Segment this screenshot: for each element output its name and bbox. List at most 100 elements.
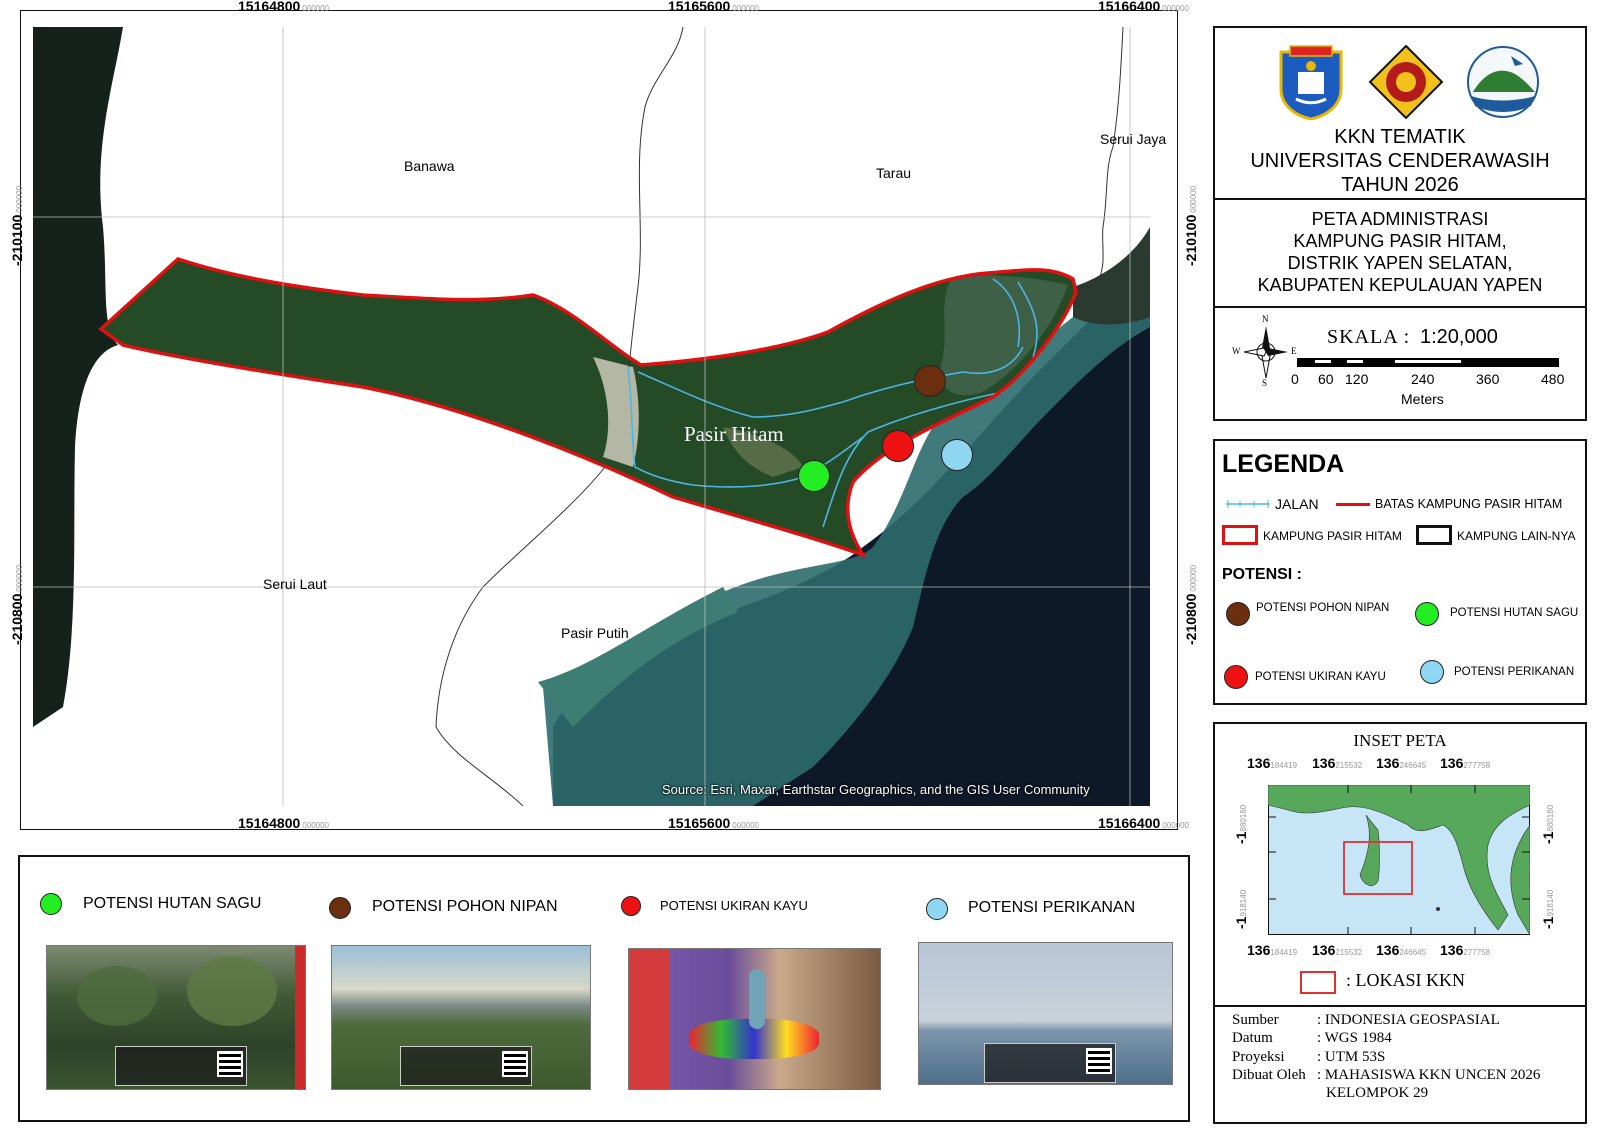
inset-left-tick-2: -1918140 [1233, 889, 1249, 929]
map-title-line3: DISTRIK YAPEN SELATAN, [1287, 253, 1513, 273]
compass-w: W [1232, 346, 1241, 356]
legend-kampung-lain-symbol [1416, 525, 1452, 545]
legend-title: LEGENDA [1222, 450, 1345, 478]
photo-dot-pohon-nipan [329, 897, 351, 919]
photo-label-hutan-sagu: POTENSI HUTAN SAGU [83, 895, 262, 912]
compass-e: E [1291, 346, 1297, 356]
top-coord-1: 15164800 000000 [238, 0, 329, 14]
legend-pohon-nipan: POTENSI POHON NIPAN [1256, 602, 1390, 614]
legend-potensi-title: POTENSI : [1222, 566, 1303, 583]
map-source: Source: Esri, Maxar, Earthstar Geographi… [662, 782, 1090, 797]
scale-tick-360: 360 [1476, 371, 1500, 387]
compass-n: N [1262, 314, 1269, 324]
label-serui-jaya: Serui Jaya [1100, 131, 1167, 147]
main-map [33, 27, 1150, 806]
kabupaten-yapen-emblem [1279, 45, 1343, 120]
legend-dot-perikanan [1420, 660, 1444, 684]
top-coord-2: 15165600 000000 [668, 0, 759, 14]
info-val-proyeksi: : UTM 53S [1317, 1049, 1386, 1065]
legend-jalan-symbol [1226, 500, 1270, 508]
label-tarau: Tarau [876, 165, 912, 181]
bottom-coord-2: 15165600 000000 [668, 815, 759, 831]
scale-ratio: 1:20,000 [1420, 326, 1498, 348]
photo-dot-hutan-sagu [40, 893, 62, 915]
right-coord-2: -210800000000 [1183, 564, 1199, 645]
title-line2: UNIVERSITAS CENDERAWASIH [1250, 150, 1550, 172]
info-val-kelompok: KELOMPOK 29 [1326, 1085, 1429, 1101]
title-divider-1 [1213, 198, 1587, 200]
title-line3: TAHUN 2026 [1341, 174, 1459, 196]
legend-kampung-symbol [1222, 525, 1258, 545]
label-banawa: Banawa [404, 158, 455, 174]
left-coord-2: -210800000000 [9, 564, 25, 645]
inset-left-tick-1: -1880180 [1233, 804, 1249, 844]
photo-dot-perikanan [926, 898, 948, 920]
scale-tick-240: 240 [1411, 371, 1435, 387]
inset-title: INSET PETA [1353, 731, 1447, 750]
compass-s: S [1262, 378, 1268, 388]
photo-pohon-nipan [331, 945, 591, 1090]
left-coord-1: -210100000000 [9, 185, 25, 266]
legend-kampung: KAMPUNG PASIR HITAM [1263, 529, 1402, 543]
photo-label-ukiran-kayu: POTENSI UKIRAN KAYU [660, 898, 808, 913]
legend-perikanan: POTENSI PERIKANAN [1454, 666, 1575, 678]
legend-jalan: JALAN [1275, 496, 1319, 512]
info-key-datum: Datum [1232, 1030, 1273, 1046]
inset-bottom-tick-1: 136184419 [1247, 942, 1298, 958]
bottom-coord-1: 15164800 000000 [238, 815, 329, 831]
map-title-line1: PETA ADMINISTRASI [1311, 209, 1489, 229]
info-key-sumber: Sumber [1232, 1012, 1279, 1028]
scale-bar [1297, 358, 1559, 367]
inset-bottom-tick-2: 136215532 [1312, 942, 1363, 958]
info-key-proyeksi: Proyeksi [1232, 1049, 1285, 1065]
photo-label-pohon-nipan: POTENSI POHON NIPAN [372, 898, 558, 915]
inset-lokasi: : LOKASI KKN [1346, 970, 1465, 990]
map-dot-hutan-sagu[interactable] [798, 460, 830, 492]
legend-kampung-lain: KAMPUNG LAIN-NYA [1457, 529, 1576, 543]
inset-top-tick-1: 136184419 [1247, 755, 1298, 771]
scale-tick-60: 60 [1318, 371, 1334, 387]
map-dot-ukiran-kayu[interactable] [882, 430, 914, 462]
photo-hutan-sagu [46, 945, 306, 1090]
legend-batas-symbol [1336, 503, 1370, 506]
right-coord-1: -210100000000 [1183, 185, 1199, 266]
inset-right-tick-2: -1918140 [1540, 889, 1556, 929]
compass-rose-icon [1243, 326, 1288, 379]
photo-dot-ukiran-kayu [621, 896, 641, 916]
universitas-cenderawasih-seal [1368, 44, 1444, 120]
legend-ukiran-kayu: POTENSI UKIRAN KAYU [1255, 671, 1386, 683]
legend-dot-pohon-nipan [1226, 602, 1250, 626]
inset-map [1268, 785, 1530, 935]
label-pasir-hitam: Pasir Hitam [684, 422, 784, 446]
legend-hutan-sagu: POTENSI HUTAN SAGU [1450, 607, 1579, 619]
title-line1: KKN TEMATIK [1334, 126, 1466, 148]
info-key-dibuat: Dibuat Oleh [1232, 1067, 1306, 1083]
island-logo [1467, 46, 1539, 118]
map-title-line4: KABUPATEN KEPULAUAN YAPEN [1257, 275, 1543, 295]
scale-tick-0: 0 [1291, 371, 1299, 387]
map-title-line2: KAMPUNG PASIR HITAM, [1293, 231, 1507, 251]
scale-unit: Meters [1401, 391, 1444, 407]
map-dot-perikanan[interactable] [941, 439, 973, 471]
photo-label-perikanan: POTENSI PERIKANAN [968, 899, 1136, 916]
map-dot-pohon-nipan[interactable] [914, 365, 946, 397]
photo-ukiran-kayu [628, 948, 881, 1090]
info-val-dibuat: : MAHASISWA KKN UNCEN 2026 [1317, 1067, 1541, 1083]
inset-right-tick-1: -1880180 [1540, 804, 1556, 844]
inset-bottom-tick-4: 136277758 [1440, 942, 1491, 958]
label-serui-laut: Serui Laut [263, 576, 327, 592]
title-divider-2 [1213, 306, 1587, 308]
scale-tick-120: 120 [1345, 371, 1369, 387]
legend-dot-ukiran-kayu [1224, 665, 1248, 689]
inset-top-tick-4: 136277758 [1440, 755, 1491, 771]
bottom-coord-3: 15166400 000000 [1098, 815, 1189, 831]
inset-top-tick-2: 136215532 [1312, 755, 1363, 771]
photo-perikanan [918, 942, 1173, 1085]
info-val-datum: : WGS 1984 [1317, 1030, 1392, 1046]
inset-bottom-tick-3: 136246645 [1376, 942, 1427, 958]
info-val-sumber: : INDONESIA GEOSPASIAL [1317, 1012, 1500, 1028]
inset-top-tick-3: 136246645 [1376, 755, 1427, 771]
label-pasir-putih: Pasir Putih [561, 625, 629, 641]
legend-dot-hutan-sagu [1415, 602, 1439, 626]
top-coord-3: 15166400 000000 [1098, 0, 1189, 14]
